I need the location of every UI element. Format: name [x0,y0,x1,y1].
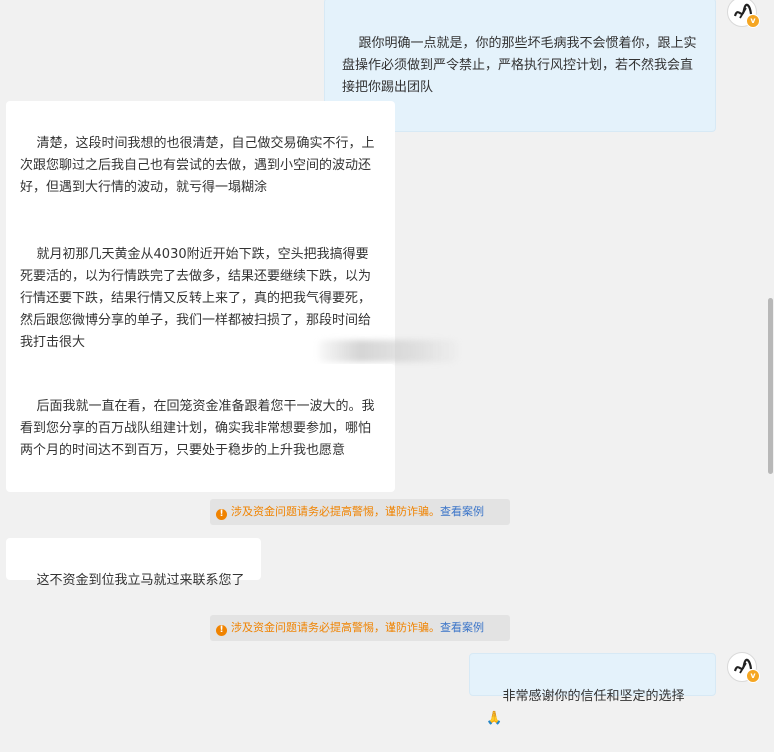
outgoing-message: 非常感谢你的信任和坚定的选择🙏 [469,653,716,726]
message-text: 非常感谢你的信任和坚定的选择🙏 [486,689,685,726]
message-text: 跟你明确一点就是，你的那些坏毛病我不会惯着你，跟上实盘操作必须做到严令禁止，严格… [342,36,697,95]
user-avatar[interactable]: v [727,652,760,683]
chat-area: 跟你明确一点就是，你的那些坏毛病我不会惯着你，跟上实盘操作必须做到严令禁止，严格… [0,0,766,726]
warning-icon: ! [216,509,227,520]
blurred-watermark [318,340,458,362]
warning-icon: ! [216,625,227,636]
view-cases-link[interactable]: 查看案例 [440,621,484,634]
user-avatar[interactable]: v [727,0,760,28]
incoming-message: 这不资金到位我立马就过来联系您了 [6,538,261,588]
scrollbar-thumb[interactable] [768,298,773,474]
scrollbar[interactable] [766,0,774,701]
message-text: 后面我就一直在看，在回笼资金准备跟着您干一波大的。我看到您分享的百万战队组建计划… [20,399,375,458]
message-text: 这不资金到位我立马就过来联系您了 [36,573,245,588]
incoming-message: 清楚，这段时间我想的也很清楚，自己做交易确实不行，上次跟您聊过之后我自己也有尝试… [6,101,395,229]
view-cases-link[interactable]: 查看案例 [440,505,484,518]
verified-badge-icon: v [746,14,760,28]
verified-badge-icon: v [746,669,760,683]
message-text: 清楚，这段时间我想的也很清楚，自己做交易确实不行，上次跟您聊过之后我自己也有尝试… [20,136,375,195]
notice-text: 涉及资金问题请务必提高警惕，谨防诈骗。 [231,621,440,634]
fraud-warning-notice: ! 涉及资金问题请务必提高警惕，谨防诈骗。查看案例 [210,499,510,525]
fraud-warning-notice: ! 涉及资金问题请务必提高警惕，谨防诈骗。查看案例 [210,615,510,641]
message-text: 就月初那几天黄金从4030附近开始下跌，空头把我搞得要死要活的，以为行情跌完了去… [20,247,372,350]
notice-text: 涉及资金问题请务必提高警惕，谨防诈骗。 [231,505,440,518]
incoming-message: 后面我就一直在看，在回笼资金准备跟着您干一波大的。我看到您分享的百万战队组建计划… [6,364,395,492]
